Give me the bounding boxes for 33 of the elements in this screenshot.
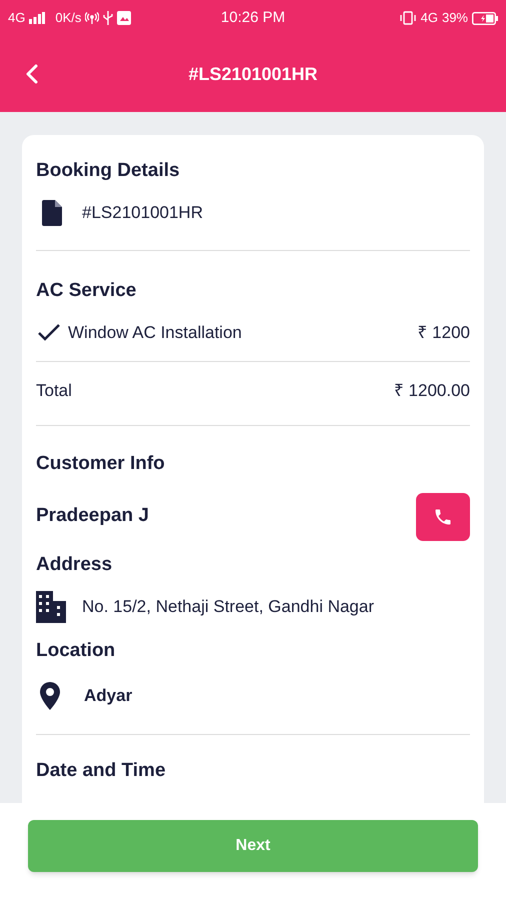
usb-icon <box>103 11 114 25</box>
section-heading: Date and Time <box>36 758 167 782</box>
page-title: #LS2101001HR <box>188 62 318 86</box>
next-button[interactable]: Next <box>28 820 478 872</box>
vibrate-icon <box>398 11 417 25</box>
signal-icon <box>29 12 46 24</box>
phone-icon <box>433 506 453 526</box>
network-type: 4G <box>8 9 26 28</box>
hotspot-icon <box>85 12 100 24</box>
building-icon <box>36 591 66 623</box>
location-pin-icon <box>40 682 60 710</box>
section-heading: Customer Info <box>36 452 166 476</box>
customer-name: Pradeepan J <box>36 504 149 528</box>
section-heading: Location <box>36 639 116 663</box>
battery-icon <box>472 12 498 24</box>
battery-percent: 39% <box>442 9 468 28</box>
network-speed: 0K/s <box>55 9 82 28</box>
document-icon <box>42 200 62 226</box>
clock: 10:26 PM <box>220 8 286 28</box>
total-label: Total <box>36 380 73 402</box>
section-heading: AC Service <box>36 278 138 302</box>
call-button[interactable] <box>416 492 470 540</box>
total-amount: ₹ 1200.00 <box>394 380 470 402</box>
image-icon <box>117 11 132 25</box>
section-heading: Booking Details <box>36 159 181 183</box>
service-name: Window AC Installation <box>68 322 243 344</box>
service-price: ₹ 1200 <box>417 322 470 344</box>
location-text: Adyar <box>84 684 132 707</box>
back-icon <box>25 64 39 84</box>
data-network: 4G <box>420 9 438 28</box>
section-heading: Address <box>36 552 114 576</box>
address-text: No. 15/2, Nethaji Street, Gandhi Nagar <box>82 596 374 618</box>
booking-id: #LS2101001HR <box>82 202 203 224</box>
